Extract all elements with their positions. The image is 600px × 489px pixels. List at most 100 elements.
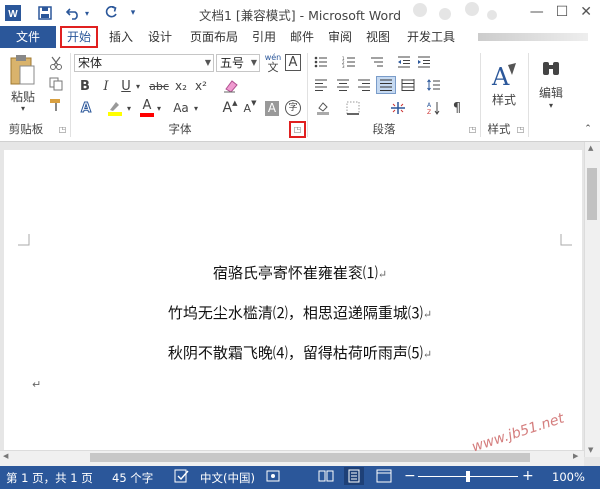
enclose-char: 字 — [285, 100, 301, 116]
zoom-level[interactable]: 100% — [552, 470, 585, 484]
collapse-ribbon-icon[interactable]: ⌃ — [582, 123, 594, 135]
font-size-select[interactable]: 五号 ▼ — [216, 54, 260, 72]
editing-button[interactable]: 编辑 ▾ — [534, 53, 568, 115]
justify-icon[interactable] — [376, 76, 396, 94]
underline-dropdown-icon[interactable]: ▾ — [134, 79, 142, 93]
clipboard-launcher-icon[interactable]: ◳ — [58, 125, 67, 134]
format-painter-icon[interactable] — [48, 97, 64, 113]
change-case-button[interactable]: Aa — [170, 99, 192, 117]
scroll-left-icon[interactable]: ◀ — [3, 452, 8, 460]
shrink-font-button[interactable]: A ▼ — [242, 99, 258, 117]
vertical-scroll-thumb[interactable] — [587, 168, 597, 220]
wen-phonetic-button[interactable]: wén 文 — [263, 52, 283, 74]
font-color-button[interactable]: A — [139, 98, 155, 118]
clear-format-icon[interactable] — [222, 77, 240, 95]
styles-button[interactable]: A 样式 — [486, 53, 522, 115]
highlight-button[interactable] — [106, 98, 124, 118]
char-shading-button[interactable]: A — [264, 99, 280, 117]
paragraph-group-label: 段落 — [372, 122, 396, 136]
styles-group-label: 样式 — [487, 122, 511, 136]
scroll-down-icon[interactable]: ▼ — [588, 446, 593, 454]
zoom-in-button[interactable]: + — [522, 468, 534, 484]
italic-button[interactable]: I — [98, 77, 114, 95]
align-left-icon[interactable] — [312, 77, 330, 93]
numbering-icon[interactable]: 123 — [340, 54, 358, 70]
doc-line-3[interactable]: 秋阴不散霜飞晚⑷，留得枯荷听雨声⑸↵ — [0, 342, 600, 363]
paste-dropdown-icon[interactable]: ▾ — [18, 104, 28, 113]
scroll-right-icon[interactable]: ▶ — [573, 452, 578, 460]
document-page[interactable] — [4, 150, 582, 450]
line-spacing-icon[interactable] — [425, 77, 443, 93]
align-right-icon[interactable] — [355, 77, 373, 93]
multilevel-list-icon[interactable] — [368, 54, 386, 70]
tab-view[interactable]: 视图 — [362, 26, 394, 48]
doc-line-title[interactable]: 宿骆氏亭寄怀崔雍崔衮⑴↵ — [0, 262, 600, 283]
svg-text:A: A — [427, 102, 432, 109]
strikethrough-button[interactable]: abc — [148, 77, 170, 95]
sort-icon[interactable]: AZ — [425, 99, 443, 117]
title-bar: W ▾ ▾ 文档1 [兼容模式] - Microsoft Word — ☐ ✕ — [0, 0, 600, 26]
close-button[interactable]: ✕ — [580, 4, 592, 20]
macro-record-icon[interactable] — [266, 469, 280, 486]
print-layout-icon[interactable] — [344, 467, 364, 485]
font-name-select[interactable]: 宋体 ▼ — [74, 54, 214, 72]
text-effects-letter: A — [80, 100, 92, 116]
text-effects-button[interactable]: A — [78, 99, 94, 117]
char-border-letter: A — [284, 53, 302, 71]
enclose-char-button[interactable]: 字 — [284, 99, 302, 117]
horizontal-scroll-thumb[interactable] — [90, 453, 530, 462]
proofing-icon[interactable] — [174, 469, 190, 486]
tab-developer[interactable]: 开发工具 — [400, 26, 462, 48]
tab-layout[interactable]: 页面布局 — [184, 26, 244, 48]
highlight-color-bar — [108, 112, 122, 116]
tab-file[interactable]: 文件 — [0, 26, 56, 48]
decrease-indent-icon[interactable] — [396, 54, 412, 70]
styles-button-label: 样式 — [491, 92, 516, 107]
shading-icon[interactable] — [314, 99, 332, 117]
underline-button[interactable]: U — [118, 77, 134, 95]
copy-icon[interactable] — [48, 76, 64, 92]
minimize-button[interactable]: — — [530, 4, 544, 20]
change-case-dropdown-icon[interactable]: ▾ — [192, 101, 200, 115]
borders-icon[interactable] — [344, 99, 362, 117]
read-mode-icon[interactable] — [318, 469, 334, 486]
binoculars-icon — [543, 62, 559, 75]
tab-review[interactable]: 审阅 — [324, 26, 356, 48]
grow-font-button[interactable]: A ▲ — [222, 99, 238, 117]
web-layout-icon[interactable] — [376, 469, 392, 486]
group-divider — [70, 53, 71, 137]
chinese-layout-icon[interactable] — [388, 99, 408, 117]
show-marks-icon[interactable]: ¶ — [449, 99, 465, 117]
align-center-icon[interactable] — [334, 77, 352, 93]
doc-line-2[interactable]: 竹坞无尘水槛清⑵，相思迢递隔重城⑶↵ — [0, 302, 600, 323]
zoom-slider-thumb[interactable] — [466, 471, 470, 482]
tab-home[interactable]: 开始 — [60, 26, 98, 48]
zoom-out-button[interactable]: − — [404, 468, 416, 484]
char-border-button[interactable]: A — [284, 53, 302, 71]
scroll-up-icon[interactable]: ▲ — [588, 144, 593, 152]
tab-design[interactable]: 设计 — [143, 26, 177, 48]
distributed-icon[interactable] — [399, 77, 417, 93]
page-count[interactable]: 第 1 页，共 1 页 — [6, 470, 93, 486]
tab-insert[interactable]: 插入 — [104, 26, 138, 48]
paragraph-launcher-icon[interactable]: ◳ — [468, 125, 477, 134]
clipboard-group-label: 剪贴板 — [8, 122, 44, 136]
bullets-icon[interactable] — [312, 54, 330, 70]
paste-label: 粘贴 — [10, 89, 35, 104]
word-count[interactable]: 45 个字 — [112, 470, 153, 486]
language[interactable]: 中文(中国) — [200, 470, 255, 486]
superscript-button[interactable]: x² — [192, 77, 210, 95]
tab-references[interactable]: 引用 — [248, 26, 280, 48]
account-area[interactable] — [478, 33, 588, 41]
increase-indent-icon[interactable] — [416, 54, 432, 70]
tab-mailings[interactable]: 邮件 — [286, 26, 318, 48]
subscript-button[interactable]: x₂ — [172, 77, 190, 95]
styles-launcher-icon[interactable]: ◳ — [516, 125, 525, 134]
bold-button[interactable]: B — [77, 77, 93, 95]
maximize-button[interactable]: ☐ — [556, 4, 569, 20]
paste-button[interactable]: 粘贴 — [6, 53, 40, 105]
highlight-dropdown-icon[interactable]: ▾ — [125, 101, 133, 115]
chevron-down-icon: ▼ — [250, 58, 257, 67]
cut-icon[interactable] — [48, 55, 64, 71]
font-color-dropdown-icon[interactable]: ▾ — [155, 101, 163, 115]
